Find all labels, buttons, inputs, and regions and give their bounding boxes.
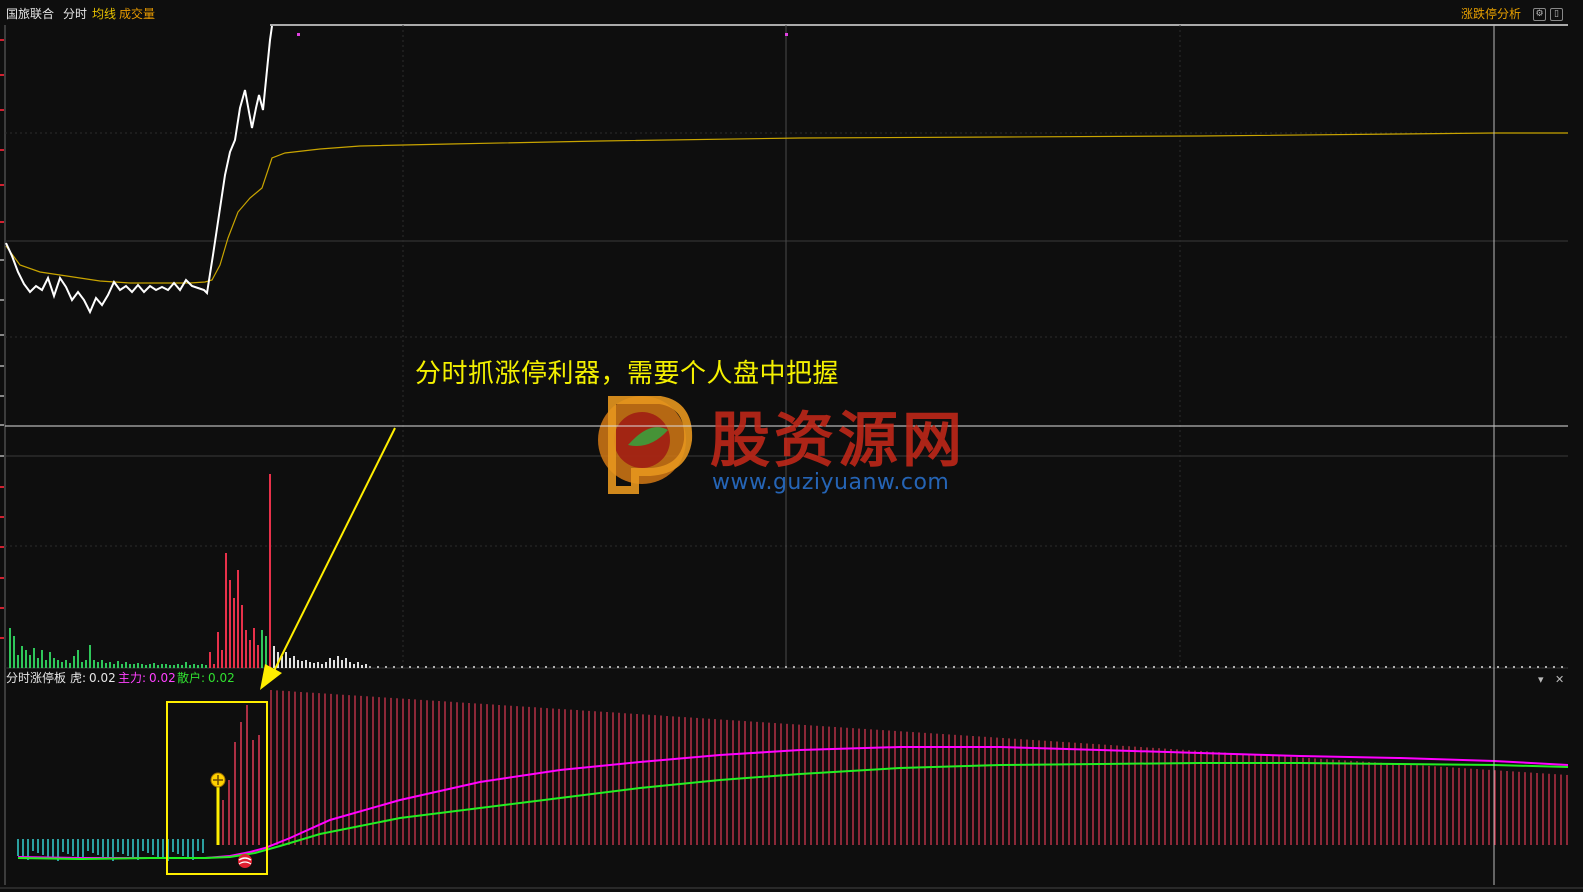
price-pane[interactable] [5,25,1568,315]
volume-label[interactable]: 成交量 [119,6,155,22]
price-line [5,25,273,315]
annotation-text: 分时抓涨停利器，需要个人盘中把握 [415,359,840,389]
sanhu-label: 散户: [177,671,206,685]
zhuli-value: 0.02 [149,671,176,685]
watermark-url: www.guziyuanw.com [712,470,950,495]
avg-line-label[interactable]: 均线 [92,6,116,22]
intraday-chart-window: 国旅联合 分时 均线 成交量 涨跌停分析 ⚙ ▯ 分时涨停板 虎: 0.02 主… [0,0,1583,892]
red-ball-icon [238,854,252,868]
sanhu-value: 0.02 [208,671,235,685]
zhuli-label: 主力: [118,671,147,685]
chevron-down-icon[interactable]: ▾ [1538,674,1544,686]
indicator-pane[interactable] [17,690,1569,875]
hu-label: 虎: [70,671,87,685]
annotation-arrow [260,427,396,690]
stock-name: 国旅联合 [6,7,55,21]
close-icon[interactable]: ✕ [1555,674,1564,686]
gear-icon[interactable]: ⚙ [1533,8,1546,21]
guziyuan-logo-icon [598,396,693,494]
limit-up-marker [297,33,300,36]
limit-up-marker [785,33,788,36]
limit-analysis-button[interactable]: 涨跌停分析 [1461,6,1521,22]
average-price-line [5,132,1568,284]
indicator-name: 分时涨停板 [6,671,67,685]
hu-value: 0.02 [89,671,116,685]
crosshair-signal-icon [210,772,226,788]
watermark-title: 股资源网 [710,406,966,476]
mode-label[interactable]: 分时 [63,6,87,22]
window-icon[interactable]: ▯ [1550,8,1563,21]
